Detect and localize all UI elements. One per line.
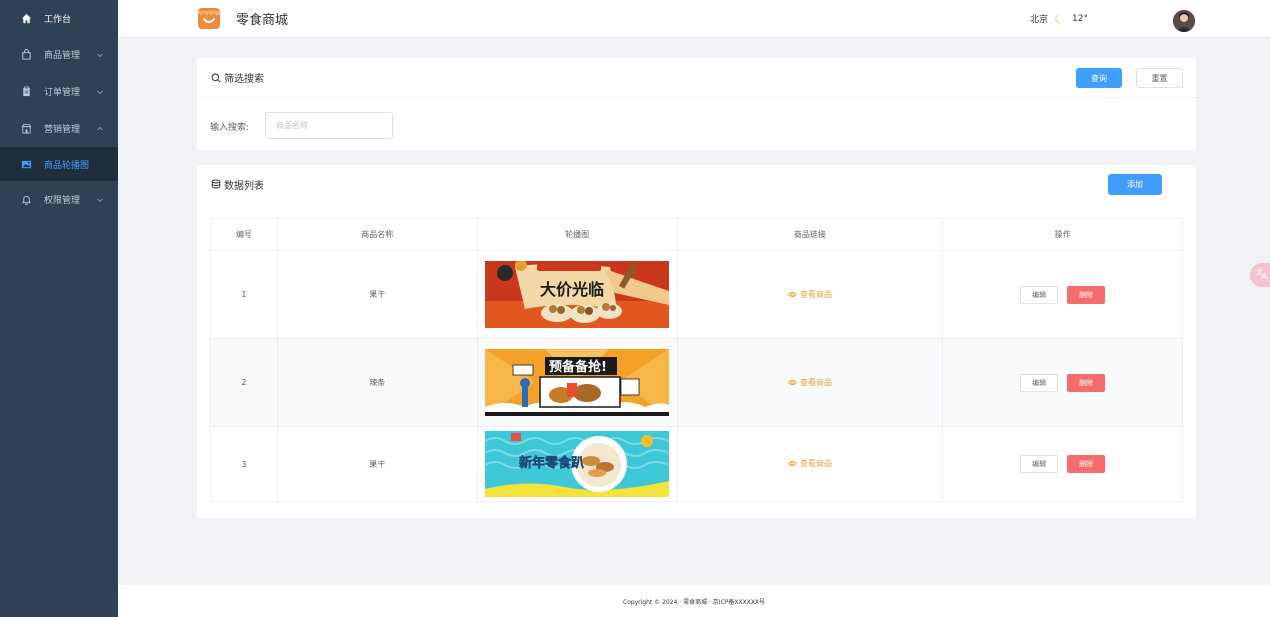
view-product-link[interactable]: 查看商品: [787, 377, 832, 388]
view-product-label: 查看商品: [799, 377, 832, 387]
sidebar-item-orders[interactable]: 订单管理: [0, 73, 118, 110]
sidebar-item-banners[interactable]: 商品轮播图: [0, 147, 118, 181]
sidebar-item-label: 商品管理: [44, 51, 81, 61]
eye-icon: [787, 378, 797, 387]
sidebar: 工作台 商品管理 订单管理 营销管理 商品轮播图 权限管理: [0, 0, 118, 617]
home-icon: [20, 12, 32, 24]
cell-id: 2: [210, 338, 278, 427]
cell-id: 1: [210, 250, 278, 339]
edit-button[interactable]: 编辑: [1020, 285, 1059, 304]
sidebar-item-label: 营销管理: [44, 125, 81, 135]
weather-widget: 北京 12°: [1030, 12, 1088, 26]
top-header: 零食商城 北京 12°: [118, 0, 1270, 38]
column-header: 编号: [210, 218, 278, 251]
edit-button[interactable]: 编辑: [1020, 373, 1059, 392]
query-button[interactable]: 查询: [1076, 68, 1122, 88]
chevron-down-icon: [96, 51, 104, 59]
column-header: 操作: [942, 218, 1183, 251]
table-header-row: 编号 商品名称 轮播图 商品链接 操作: [210, 218, 1183, 251]
banner-image: 大价光临: [485, 261, 670, 328]
sidebar-item-marketing[interactable]: 营销管理: [0, 110, 118, 147]
view-product-link[interactable]: 查看商品: [787, 289, 832, 300]
sidebar-item-products[interactable]: 商品管理: [0, 36, 118, 73]
brand-title: 零食商城: [236, 13, 289, 28]
search-icon: [211, 73, 221, 83]
sidebar-item-label: 订单管理: [44, 88, 81, 98]
delete-button[interactable]: 删除: [1067, 285, 1106, 304]
edit-button[interactable]: 编辑: [1020, 455, 1059, 473]
moon-icon: [1054, 13, 1066, 25]
page-footer: Copyright © 2024 · 零食商城 · 京ICP备XXXXXX号: [118, 585, 1270, 617]
store-logo-icon[interactable]: [196, 5, 222, 31]
cell-product-name: 辣条: [276, 338, 478, 427]
sidebar-item-permissions[interactable]: 权限管理: [0, 181, 118, 218]
sidebar-item-label: 商品轮播图: [44, 160, 90, 171]
translate-float-button[interactable]: [1250, 263, 1270, 287]
banner-text: 新年零食趴: [519, 455, 584, 471]
table-row: 2 辣条 预备备抢! 查看商品 编辑 删除: [210, 338, 1183, 427]
bell-icon: [20, 194, 32, 206]
database-icon: [211, 179, 221, 189]
banner-table: 编号 商品名称 轮播图 商品链接 操作 1 果干 大价光临 查看商品 编辑 删除…: [210, 218, 1183, 502]
list-header: 数据列表 添加: [197, 165, 1196, 203]
search-input[interactable]: [265, 112, 393, 139]
view-product-label: 查看商品: [799, 289, 832, 299]
eye-icon: [787, 459, 797, 468]
add-button[interactable]: 添加: [1108, 174, 1162, 195]
sidebar-item-dashboard[interactable]: 工作台: [0, 0, 118, 36]
chevron-down-icon: [96, 196, 104, 204]
filter-header: 筛选搜索 查询 重置: [197, 58, 1196, 98]
column-header: 轮播图: [476, 218, 678, 251]
weather-temperature: 12°: [1072, 13, 1088, 24]
picture-icon: [20, 158, 32, 170]
banner-text: 预备备抢!: [549, 359, 607, 375]
view-product-label: 查看商品: [799, 459, 832, 468]
banner-text: 大价光临: [540, 280, 604, 299]
table-row: 3 果干 新年零食趴 查看商品 编辑 删除: [210, 426, 1183, 502]
column-header: 商品链接: [676, 218, 944, 251]
banner-image: 预备备抢!: [485, 349, 670, 416]
cell-product-name: 果干: [276, 426, 478, 502]
sidebar-item-label: 工作台: [44, 14, 72, 25]
user-avatar[interactable]: [1173, 10, 1195, 32]
search-label: 输入搜索:: [210, 123, 250, 133]
clipboard-icon: [20, 86, 32, 98]
shop-icon: [20, 123, 32, 135]
translate-icon: [1256, 268, 1268, 283]
view-product-link[interactable]: 查看商品: [787, 458, 832, 469]
filter-panel: 筛选搜索 查询 重置 输入搜索:: [197, 58, 1196, 150]
cell-id: 3: [210, 426, 278, 502]
eye-icon: [787, 290, 797, 299]
shopping-bag-icon: [20, 49, 32, 61]
chevron-down-icon: [96, 88, 104, 96]
banner-image: 新年零食趴: [485, 431, 670, 497]
column-header: 商品名称: [276, 218, 478, 251]
data-list-panel: 数据列表 添加 编号 商品名称 轮播图 商品链接 操作 1 果干 大价光临 查看…: [197, 165, 1196, 518]
chevron-up-icon: [96, 125, 104, 133]
sidebar-item-label: 权限管理: [44, 196, 81, 206]
reset-button[interactable]: 重置: [1136, 68, 1183, 88]
table-row: 1 果干 大价光临 查看商品 编辑 删除: [210, 250, 1183, 339]
filter-title: 筛选搜索: [224, 74, 264, 85]
list-title: 数据列表: [224, 180, 264, 192]
cell-product-name: 果干: [276, 250, 478, 339]
delete-button[interactable]: 删除: [1067, 455, 1106, 473]
weather-city: 北京: [1030, 15, 1049, 25]
delete-button[interactable]: 删除: [1067, 373, 1106, 392]
